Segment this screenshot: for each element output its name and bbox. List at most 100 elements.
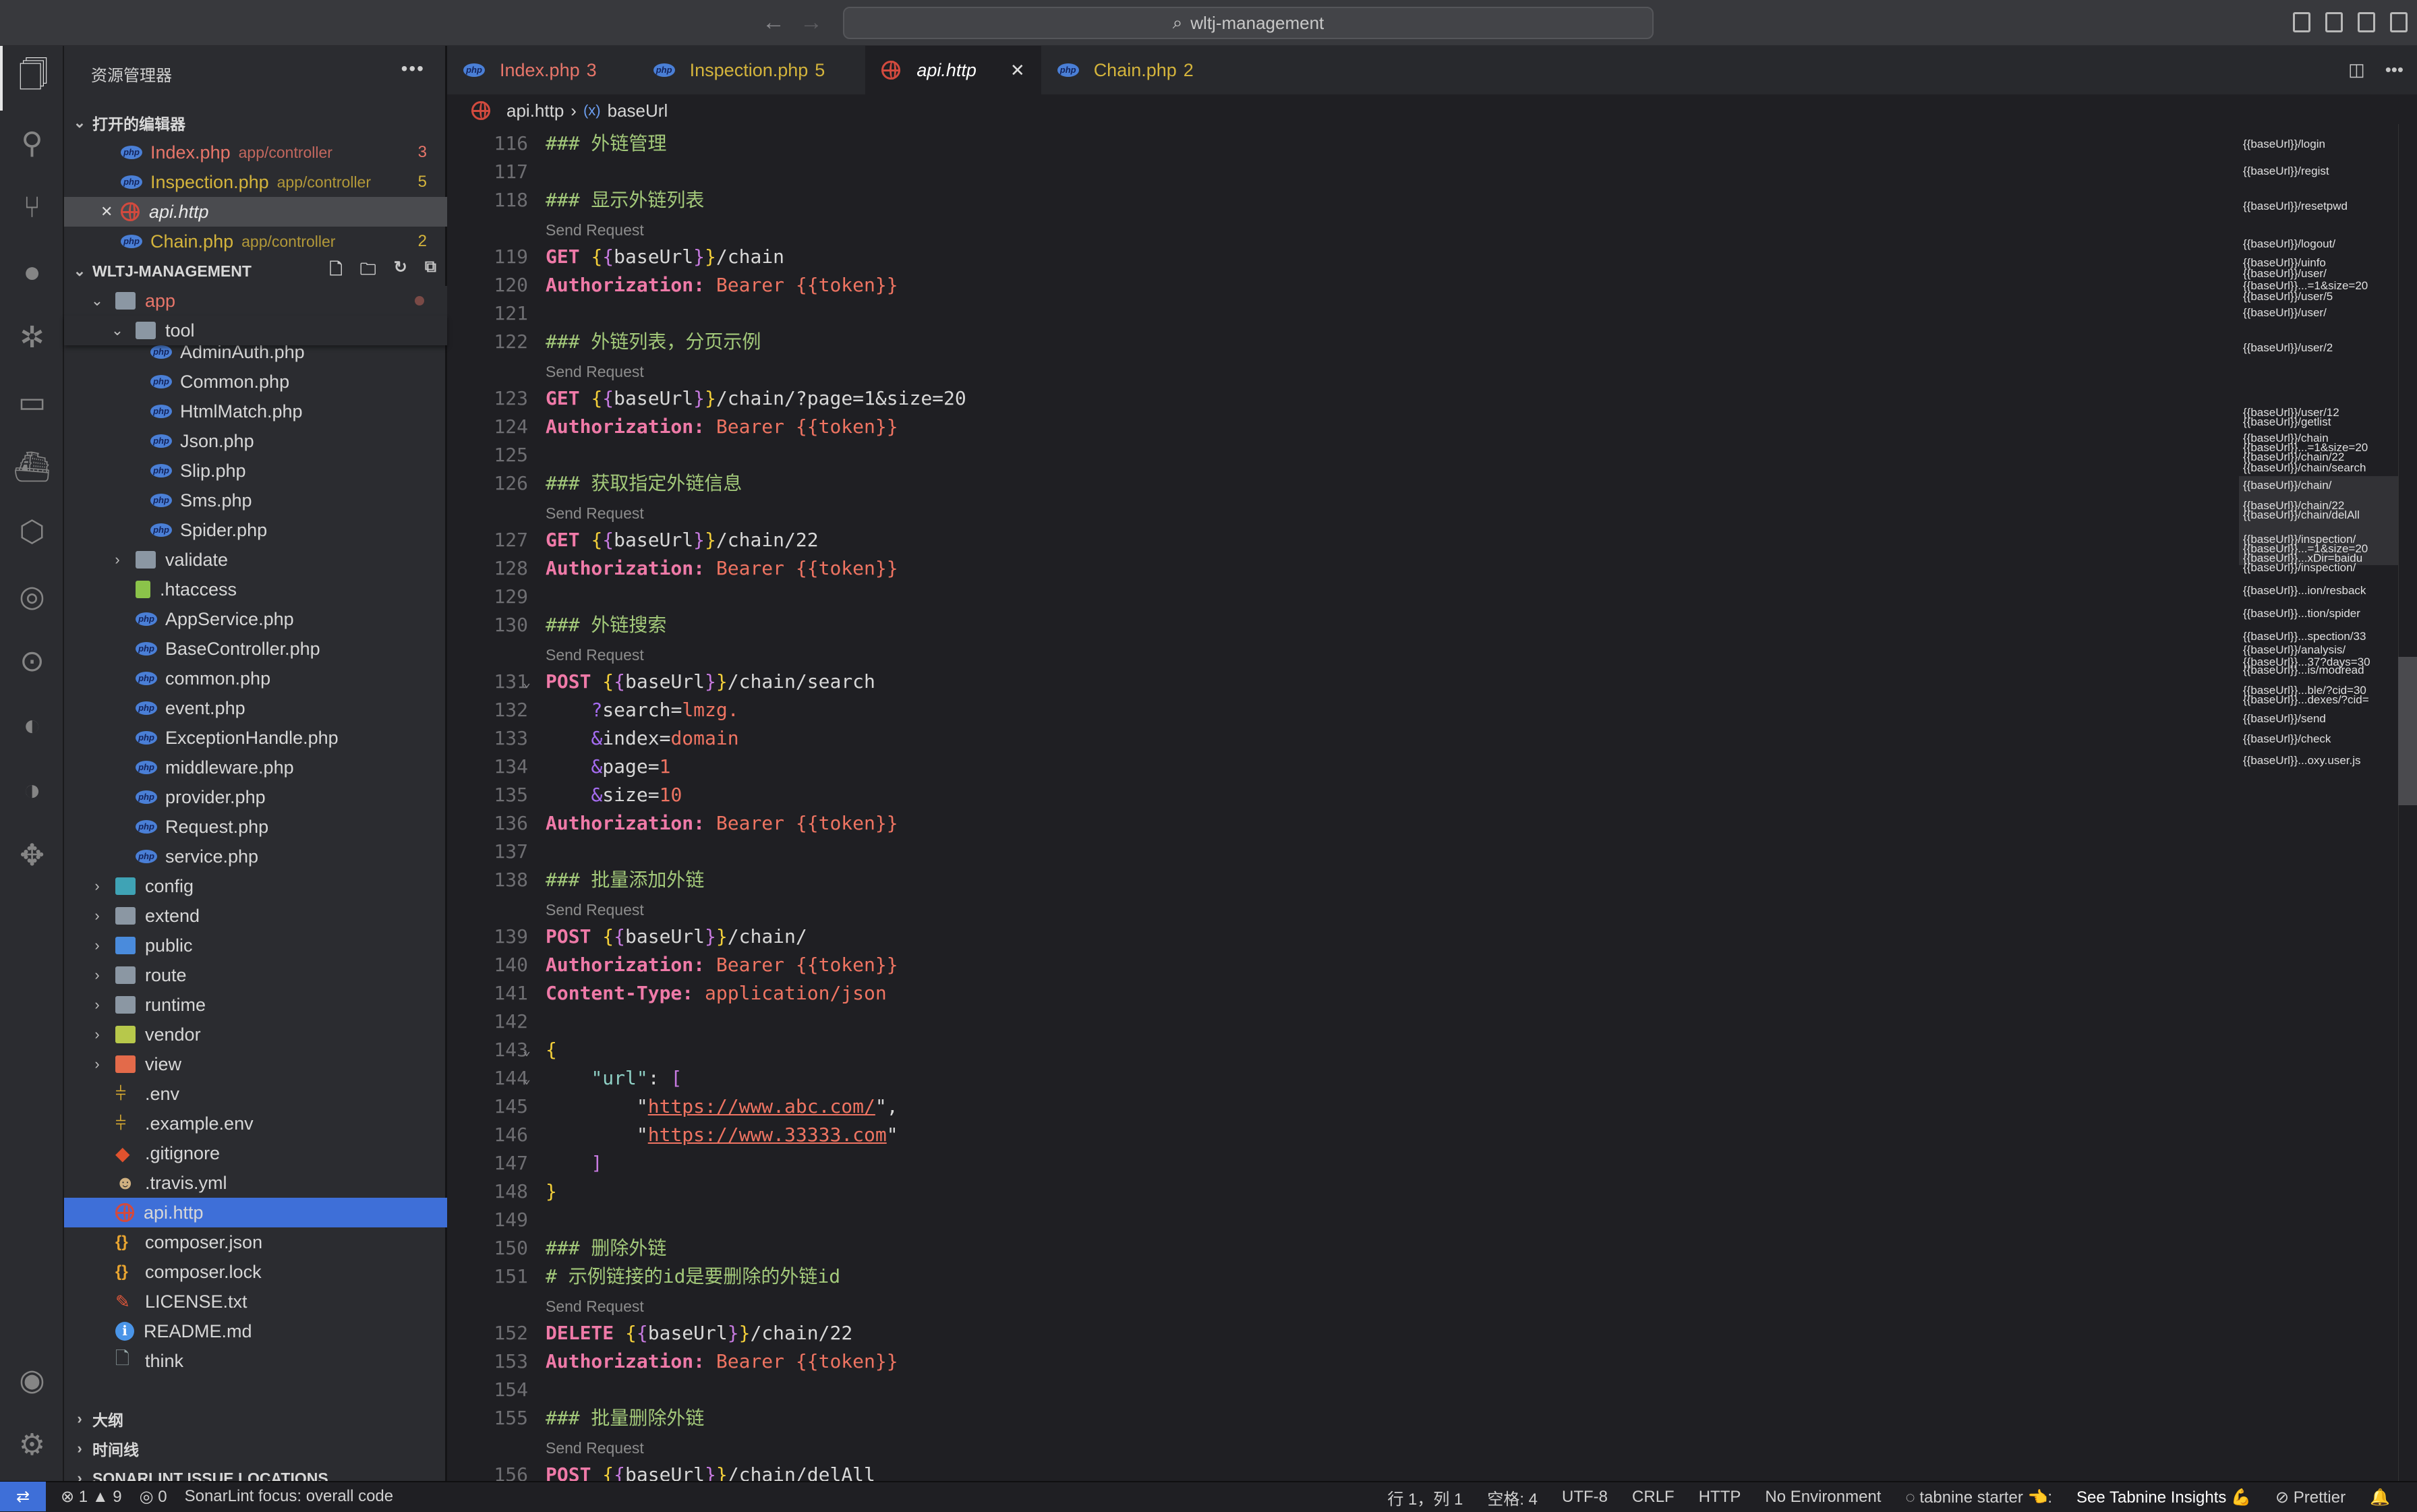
- tree-folder[interactable]: ⌄ tool: [64, 316, 447, 345]
- open-editor-item[interactable]: ✕ api.http: [64, 197, 447, 227]
- new-folder-icon[interactable]: 🗀: [360, 258, 376, 285]
- tree-file[interactable]: ⫩ .env: [64, 1079, 447, 1109]
- gear-icon[interactable]: ⚙: [0, 1412, 64, 1477]
- new-file-icon[interactable]: 🗋: [329, 258, 342, 285]
- fold-chevron-icon[interactable]: ⌄: [523, 668, 531, 696]
- breadcrumb-file[interactable]: api.http: [506, 100, 564, 121]
- send-request-codelens[interactable]: Send Request: [546, 498, 644, 526]
- tree-file[interactable]: php Sms.php: [64, 486, 447, 515]
- send-request-codelens[interactable]: Send Request: [546, 639, 644, 668]
- tree-file[interactable]: ℹ README.md: [64, 1316, 447, 1346]
- extensions-icon[interactable]: ✥: [0, 823, 64, 888]
- more-actions-icon[interactable]: •••: [2385, 59, 2404, 80]
- tree-file[interactable]: php Spider.php: [64, 515, 447, 545]
- remote-indicator-icon[interactable]: ⇄: [0, 1482, 46, 1511]
- problems-indicator[interactable]: ⊗ 1 ▲ 9: [61, 1487, 122, 1507]
- send-request-codelens[interactable]: Send Request: [546, 1432, 644, 1461]
- tree-folder[interactable]: › extend: [64, 901, 447, 931]
- tree-folder[interactable]: › vendor: [64, 1020, 447, 1049]
- tab[interactable]: php Inspection.php 5: [637, 46, 866, 94]
- more-actions-icon[interactable]: •••: [401, 58, 425, 80]
- tree-file[interactable]: php event.php: [64, 693, 447, 723]
- tree-folder[interactable]: › view: [64, 1049, 447, 1079]
- toggle-panel-icon[interactable]: [2325, 12, 2343, 32]
- collapsed-section-header[interactable]: › 时间线: [64, 1434, 447, 1463]
- send-request-codelens[interactable]: Send Request: [546, 894, 644, 923]
- account-icon[interactable]: ◉: [0, 1347, 64, 1412]
- tree-file[interactable]: php common.php: [64, 664, 447, 693]
- tree-file[interactable]: php middleware.php: [64, 753, 447, 782]
- explorer-icon[interactable]: 🗍: [0, 46, 64, 111]
- language-mode[interactable]: HTTP: [1699, 1488, 1741, 1507]
- tree-file[interactable]: {} composer.lock: [64, 1257, 447, 1287]
- tree-file[interactable]: php BaseController.php: [64, 634, 447, 664]
- open-editors-header[interactable]: ⌄ 打开的编辑器: [64, 108, 447, 138]
- run-debug-icon[interactable]: ✲: [0, 305, 64, 370]
- tree-folder[interactable]: ⌄ app: [64, 286, 447, 316]
- open-editor-item[interactable]: php Chain.php app/controller 2: [64, 227, 447, 256]
- tree-file[interactable]: php ExceptionHandle.php: [64, 723, 447, 753]
- testing-icon[interactable]: ⬡: [0, 499, 64, 564]
- source-control-icon[interactable]: ⑂: [0, 175, 64, 240]
- close-icon[interactable]: ✕: [1010, 60, 1025, 81]
- tree-file[interactable]: {} composer.json: [64, 1227, 447, 1257]
- tab[interactable]: php Index.php 3: [447, 46, 637, 94]
- open-editor-item[interactable]: php Inspection.php app/controller 5: [64, 167, 447, 197]
- encoding[interactable]: UTF-8: [1562, 1488, 1608, 1507]
- arrow-right-icon[interactable]: →: [800, 9, 823, 36]
- tree-file[interactable]: php Common.php: [64, 367, 447, 397]
- send-request-codelens[interactable]: Send Request: [546, 1291, 644, 1319]
- open-editor-item[interactable]: php Index.php app/controller 3: [64, 138, 447, 167]
- tree-file[interactable]: php AppService.php: [64, 604, 447, 634]
- tree-file[interactable]: php Slip.php: [64, 456, 447, 486]
- workspace-header[interactable]: ⌄ WLTJ-MANAGEMENT 🗋 🗀 ↻ ⧉: [64, 256, 447, 286]
- breadcrumb-symbol[interactable]: baseUrl: [608, 100, 668, 121]
- toggle-secondary-sidebar-icon[interactable]: [2358, 12, 2375, 32]
- end-of-line[interactable]: CRLF: [1632, 1488, 1675, 1507]
- tree-file[interactable]: ⫩ .example.env: [64, 1109, 447, 1138]
- fold-chevron-icon[interactable]: ⌄: [523, 1064, 531, 1093]
- collapsed-section-header[interactable]: › 大纲: [64, 1404, 447, 1434]
- tree-file[interactable]: ☻ .travis.yml: [64, 1168, 447, 1198]
- arrow-left-icon[interactable]: ←: [762, 9, 785, 36]
- vertical-scrollbar[interactable]: [2398, 124, 2417, 1481]
- edge-icon[interactable]: ◐: [0, 693, 64, 758]
- minimap[interactable]: {{baseUrl}}/login {{baseUrl}}/regist {{bas…: [2228, 124, 2417, 1481]
- indentation[interactable]: 空格: 4: [1487, 1486, 1538, 1509]
- sonarlint-status[interactable]: SonarLint focus: overall code: [185, 1487, 394, 1506]
- tree-file[interactable]: ◆ .gitignore: [64, 1138, 447, 1168]
- tree-folder[interactable]: › runtime: [64, 990, 447, 1020]
- close-icon[interactable]: ✕: [100, 203, 113, 221]
- tree-file[interactable]: php service.php: [64, 842, 447, 871]
- tree-file[interactable]: php Json.php: [64, 426, 447, 456]
- tree-folder[interactable]: › config: [64, 871, 447, 901]
- command-center-search[interactable]: ⌕ wltj-management: [843, 7, 1654, 39]
- bell-icon[interactable]: 🔔: [2370, 1488, 2390, 1507]
- tree-folder[interactable]: › route: [64, 960, 447, 990]
- rest-environment[interactable]: No Environment: [1765, 1488, 1881, 1507]
- tree-file[interactable]: php provider.php: [64, 782, 447, 812]
- tree-folder[interactable]: › public: [64, 931, 447, 960]
- cursor-position[interactable]: 行 1，列 1: [1387, 1486, 1463, 1509]
- prettier-status[interactable]: ⊘ Prettier: [2275, 1488, 2346, 1507]
- refresh-icon[interactable]: ↻: [394, 258, 407, 285]
- code-editor[interactable]: 116 ### 外链管理 117 118 ### 显示外链列表 Send Request 1…: [447, 127, 2227, 1481]
- scrollbar-thumb[interactable]: [2398, 657, 2417, 805]
- customize-layout-icon[interactable]: [2390, 12, 2408, 32]
- docker-icon[interactable]: ⛴: [0, 434, 64, 499]
- tree-file[interactable]: ✎ LICENSE.txt: [64, 1287, 447, 1316]
- remote-explorer-icon[interactable]: ▭: [0, 370, 64, 434]
- tree-file[interactable]: api.http: [64, 1198, 447, 1227]
- tree-file[interactable]: 🗋 think: [64, 1346, 447, 1376]
- tabnine-insights[interactable]: See Tabnine Insights 💪: [2076, 1488, 2251, 1507]
- github-icon[interactable]: ●: [0, 240, 64, 305]
- send-request-codelens[interactable]: Send Request: [546, 214, 644, 243]
- tree-file[interactable]: php HtmlMatch.php: [64, 397, 447, 426]
- tree-folder[interactable]: › validate: [64, 545, 447, 575]
- search-icon[interactable]: ⚲: [0, 111, 64, 175]
- tabnine-status[interactable]: ◌ tabnine starter 👈:: [1905, 1488, 2052, 1507]
- tree-file[interactable]: php Request.php: [64, 812, 447, 842]
- toggle-primary-sidebar-icon[interactable]: [2293, 12, 2310, 32]
- target-icon[interactable]: ⊙: [0, 629, 64, 693]
- tree-file[interactable]: .htaccess: [64, 575, 447, 604]
